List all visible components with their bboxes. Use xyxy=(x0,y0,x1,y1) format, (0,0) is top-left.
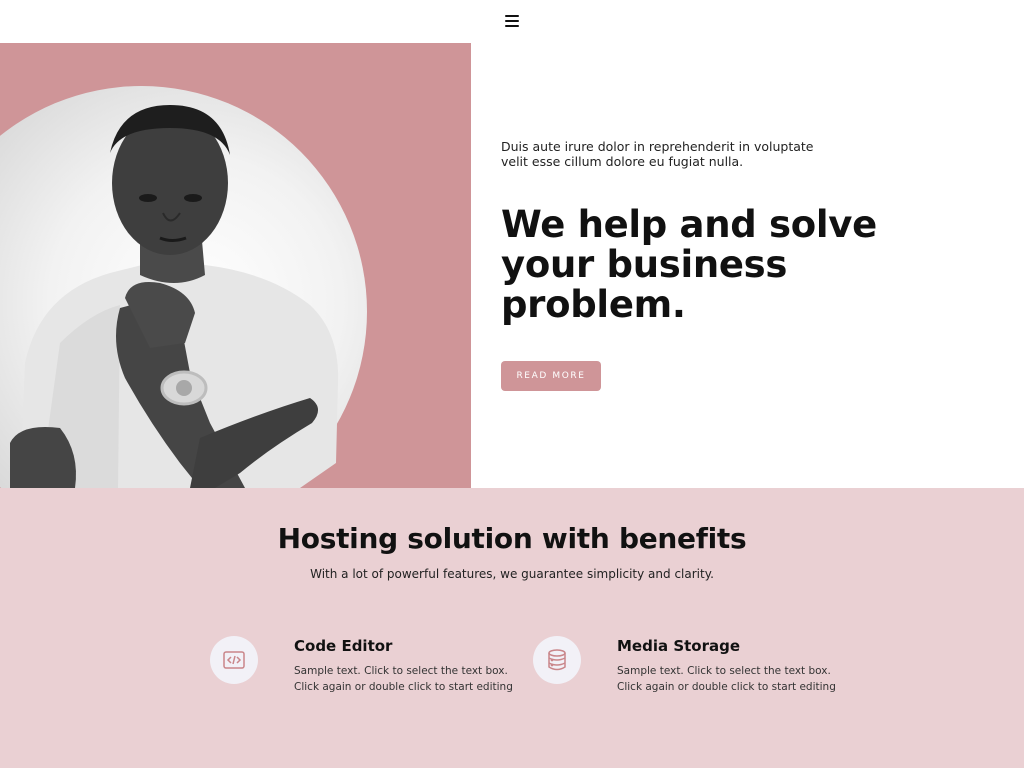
feature-code-editor: Code Editor Sample text. Click to select… xyxy=(210,636,513,706)
feature-title: Code Editor xyxy=(294,637,393,655)
features-section: Hosting solution with benefits With a lo… xyxy=(0,488,1024,768)
feature-title: Media Storage xyxy=(617,637,741,655)
feature-text: Sample text. Click to select the text bo… xyxy=(617,665,836,693)
site-header xyxy=(0,0,1024,43)
code-icon xyxy=(210,636,258,684)
hamburger-menu-icon[interactable] xyxy=(502,12,524,32)
hero-subtitle: Duis aute irure dolor in reprehenderit i… xyxy=(501,139,814,169)
feature-media-storage: Media Storage Sample text. Click to sele… xyxy=(533,636,836,706)
feature-text: Sample text. Click to select the text bo… xyxy=(294,665,513,693)
hero-image-panel xyxy=(0,43,471,488)
database-icon xyxy=(533,636,581,684)
features-subtitle: With a lot of powerful features, we guar… xyxy=(310,567,714,581)
features-title: Hosting solution with benefits xyxy=(277,522,747,555)
read-more-button[interactable]: READ MORE xyxy=(501,361,601,391)
hero-title: We help and solve your business problem. xyxy=(501,203,877,326)
person-photo xyxy=(10,105,339,488)
hero-content: Duis aute irure dolor in reprehenderit i… xyxy=(471,43,1024,488)
